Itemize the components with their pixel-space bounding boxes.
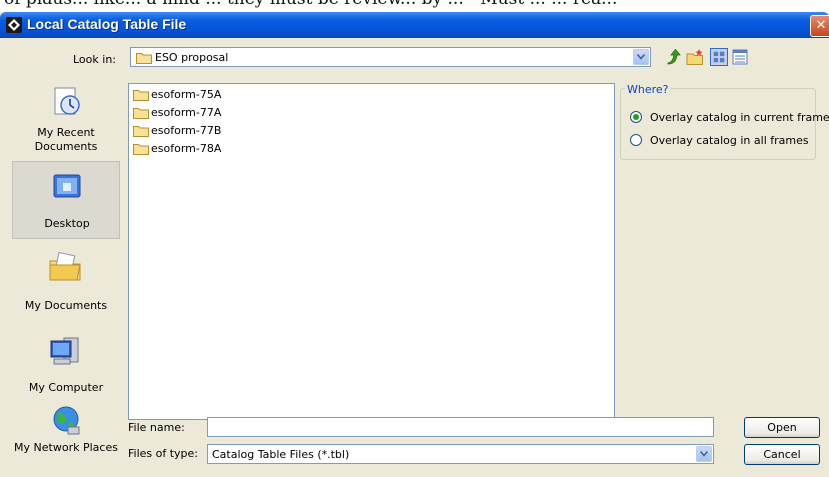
folder-icon — [133, 144, 149, 155]
background-document-text: of plaus... like... a mild ... they must… — [0, 0, 829, 12]
folder-icon — [133, 126, 149, 137]
cancel-button[interactable]: Cancel — [744, 444, 820, 465]
file-type-dropdown[interactable]: Catalog Table Files (*.tbl) — [207, 444, 714, 464]
my-computer-icon — [50, 337, 79, 365]
chevron-down-icon — [700, 451, 708, 457]
network-places-icon — [53, 406, 80, 435]
folder-icon — [133, 108, 149, 119]
app-icon — [6, 17, 22, 33]
place-my-computer[interactable]: My Computer — [12, 329, 120, 401]
file-type-value: Catalog Table Files (*.tbl) — [212, 448, 350, 461]
file-name-input[interactable] — [207, 417, 714, 437]
chevron-down-icon — [637, 54, 645, 60]
file-name: esoform-77A — [151, 106, 222, 119]
my-documents-icon — [49, 251, 81, 281]
list-view-icon[interactable] — [710, 48, 728, 66]
place-desktop[interactable]: Desktop — [12, 161, 120, 239]
new-folder-icon[interactable] — [686, 48, 704, 66]
file-name: esoform-75A — [151, 88, 222, 101]
radio-label: Overlay catalog in current frame — [650, 111, 829, 124]
radio-label: Overlay catalog in all frames — [650, 134, 809, 147]
look-in-value: ESO proposal — [155, 51, 229, 64]
list-item[interactable]: esoform-75A — [133, 87, 283, 103]
list-item[interactable]: esoform-77A — [133, 105, 283, 121]
place-label: My Computer — [28, 381, 104, 394]
file-dialog: Local Catalog Table File ✕ Look in: ESO … — [0, 12, 829, 477]
place-label: My Documents — [24, 299, 108, 312]
file-list[interactable]: esoform-75A esoform-77A esoform-77B esof… — [128, 83, 615, 420]
details-view-icon[interactable] — [731, 48, 749, 66]
folder-icon — [136, 53, 152, 64]
file-type-label: Files of type: — [128, 447, 199, 460]
place-label: My Recent Documents — [34, 126, 98, 153]
look-in-label: Look in: — [73, 53, 116, 66]
close-icon: ✕ — [815, 18, 827, 33]
place-my-recent-documents[interactable]: My Recent Documents — [12, 83, 120, 155]
list-item[interactable]: esoform-78A — [133, 141, 283, 157]
up-one-level-icon[interactable] — [665, 48, 683, 66]
radio-all-frames[interactable]: Overlay catalog in all frames — [630, 133, 820, 149]
file-name-label: File name: — [128, 421, 185, 434]
radio-current-frame[interactable]: Overlay catalog in current frame — [630, 110, 829, 126]
close-button[interactable]: ✕ — [810, 15, 829, 37]
places-bar: My Recent Documents Desktop My Documents — [12, 83, 123, 477]
place-my-documents[interactable]: My Documents — [12, 245, 120, 317]
radio-selected-icon[interactable] — [630, 111, 642, 123]
look-in-dropdown[interactable]: ESO proposal — [130, 47, 651, 67]
background-text: of plaus... like... a mild ... they must… — [4, 0, 617, 9]
list-item[interactable]: esoform-77B — [133, 123, 283, 139]
file-name: esoform-77B — [151, 124, 222, 137]
file-type-dropdown-button[interactable] — [696, 446, 712, 462]
place-label: My Network Places — [14, 441, 118, 454]
folder-icon — [133, 90, 149, 101]
recent-documents-icon — [54, 87, 80, 115]
window-title: Local Catalog Table File — [27, 16, 187, 32]
place-my-network-places[interactable]: My Network Places — [12, 405, 120, 477]
place-label: Desktop — [44, 217, 90, 230]
where-legend: Where? — [625, 83, 671, 96]
file-name: esoform-78A — [151, 142, 222, 155]
title-bar[interactable]: Local Catalog Table File ✕ — [0, 12, 829, 38]
radio-unselected-icon[interactable] — [630, 134, 642, 146]
desktop-icon — [53, 174, 81, 198]
look-in-dropdown-button[interactable] — [633, 49, 649, 65]
open-button[interactable]: Open — [744, 417, 820, 438]
